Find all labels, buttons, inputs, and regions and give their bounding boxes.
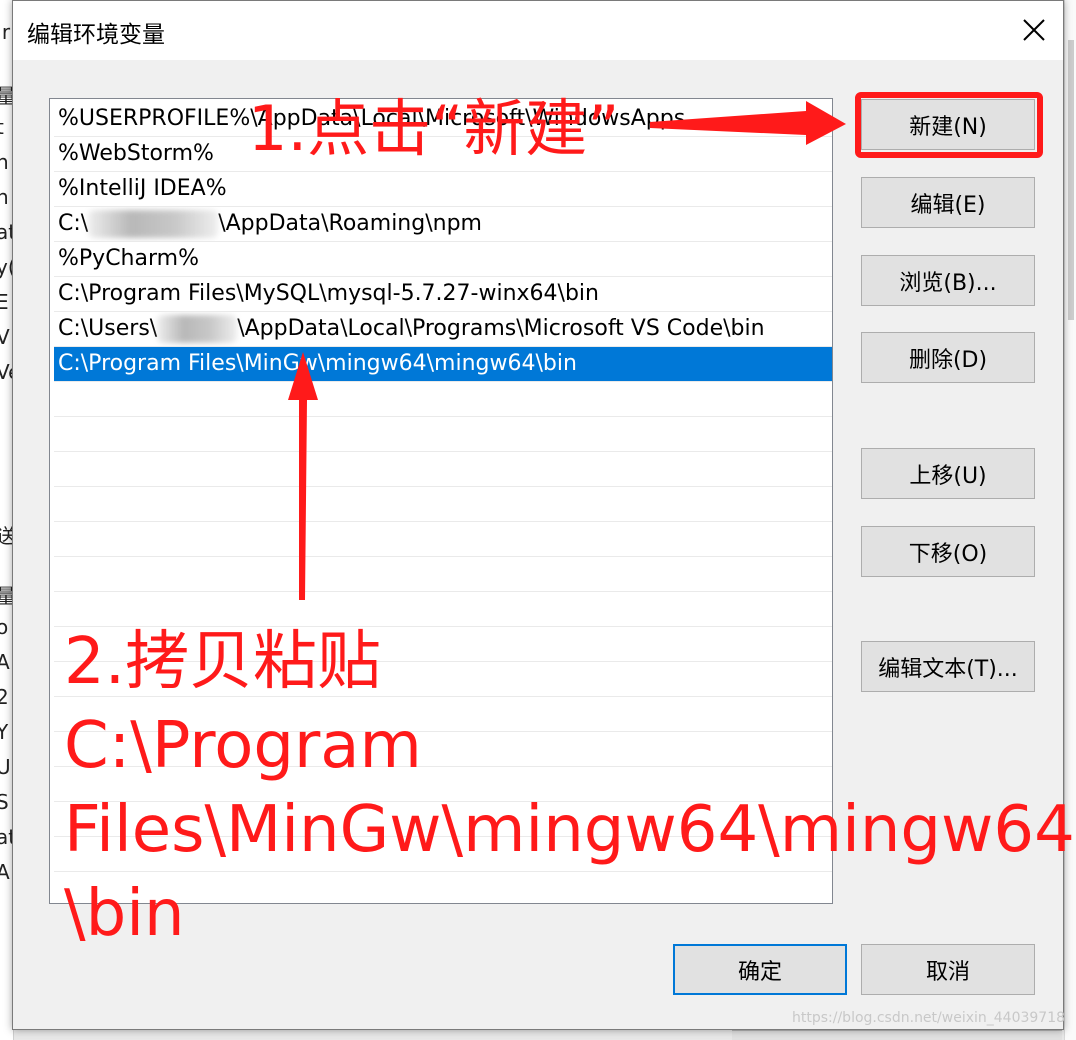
path-list-item[interactable]: %IntelliJ IDEA% <box>54 172 832 207</box>
delete-button[interactable]: 删除(D) <box>861 332 1035 383</box>
path-list-empty-row[interactable] <box>54 382 832 417</box>
watermark: https://blog.csdn.net/weixin_44039718 <box>792 1010 1066 1026</box>
path-list-item[interactable]: C:\Users\ \AppData\Local\Programs\Microso… <box>54 312 832 347</box>
path-list-empty-row[interactable] <box>54 487 832 522</box>
blurred-username <box>157 315 238 343</box>
annotation-step2-title: 2.拷贝粘贴 <box>64 625 382 699</box>
path-list-empty-row[interactable] <box>54 557 832 592</box>
annotation-step2-path-2: Files\MinGw\mingw64\mingw64 <box>64 793 1075 867</box>
path-list-empty-row[interactable] <box>54 452 832 487</box>
edit-button[interactable]: 编辑(E) <box>861 177 1035 228</box>
path-list-empty-row[interactable] <box>54 417 832 452</box>
annotation-step2-path-3: \bin <box>64 877 185 951</box>
path-list-item[interactable]: C:\ \AppData\Roaming\npm <box>54 207 832 242</box>
path-list-item[interactable]: %PyCharm% <box>54 242 832 277</box>
move-down-button[interactable]: 下移(O) <box>861 526 1035 577</box>
new-button-highlight <box>855 92 1043 158</box>
background-button-edge <box>732 1030 1062 1040</box>
close-button[interactable] <box>1005 1 1063 60</box>
blurred-username <box>88 210 219 238</box>
path-list-empty-row[interactable] <box>54 522 832 557</box>
annotation-step1: 1.点击“新建” <box>248 92 620 165</box>
path-list-item-selected[interactable]: C:\Program Files\MinGw\mingw64\mingw64\b… <box>54 347 832 382</box>
path-list-item[interactable]: C:\Program Files\MySQL\mysql-5.7.27-winx… <box>54 277 832 312</box>
title-bar: 编辑环境变量 <box>13 1 1063 60</box>
browse-button[interactable]: 浏览(B)... <box>861 255 1035 306</box>
close-icon <box>1023 19 1045 41</box>
move-up-button[interactable]: 上移(U) <box>861 448 1035 499</box>
dialog-title: 编辑环境变量 <box>27 22 165 48</box>
annotation-step2-path-1: C:\Program <box>64 709 422 783</box>
annotation-step2: 2.拷贝粘贴 C:\Program Files\MinGw\mingw64\mi… <box>64 620 1075 956</box>
